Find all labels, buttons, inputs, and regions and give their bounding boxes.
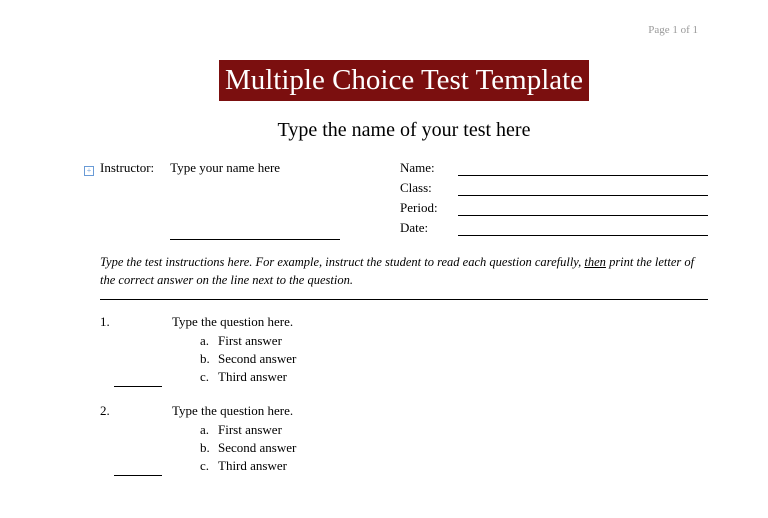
answers-list: a.First answer b.Second answer c.Third a… (172, 333, 296, 385)
answer-a[interactable]: a.First answer (200, 422, 296, 438)
answer-text: First answer (218, 422, 282, 437)
answer-b[interactable]: b.Second answer (200, 440, 296, 456)
answer-letter: b. (200, 351, 218, 367)
answer-blank[interactable] (114, 314, 162, 387)
table-anchor-icon[interactable]: + (84, 166, 94, 176)
answer-text: Second answer (218, 351, 296, 366)
question-text[interactable]: Type the question here. (172, 314, 296, 330)
document-title[interactable]: Multiple Choice Test Template (219, 60, 589, 101)
field-label: Name: (400, 160, 450, 176)
answer-a[interactable]: a.First answer (200, 333, 296, 349)
answer-text: Third answer (218, 458, 287, 473)
field-date: Date: (400, 220, 708, 236)
question-2[interactable]: 2. Type the question here. a.First answe… (100, 403, 708, 476)
answer-c[interactable]: c.Third answer (200, 369, 296, 385)
answer-blank[interactable] (114, 403, 162, 476)
field-label: Class: (400, 180, 450, 196)
answer-letter: a. (200, 422, 218, 438)
instructions-text[interactable]: Type the test instructions here. For exa… (100, 254, 708, 289)
answer-b[interactable]: b.Second answer (200, 351, 296, 367)
field-label: Date: (400, 220, 450, 236)
question-text[interactable]: Type the question here. (172, 403, 296, 419)
answer-text: Third answer (218, 369, 287, 384)
answer-c[interactable]: c.Third answer (200, 458, 296, 474)
page-number: Page 1 of 1 (648, 24, 698, 36)
instructions-pre: Type the test instructions here. For exa… (100, 255, 584, 269)
instructor-label: Instructor: (100, 160, 154, 240)
student-fields: Name: Class: Period: Date: (400, 160, 708, 240)
test-name-placeholder[interactable]: Type the name of your test here (100, 119, 708, 142)
field-label: Period: (400, 200, 450, 216)
field-class: Class: (400, 180, 708, 196)
question-number: 2. (100, 403, 114, 476)
date-input-line[interactable] (458, 220, 708, 236)
answer-text: First answer (218, 333, 282, 348)
period-input-line[interactable] (458, 200, 708, 216)
field-period: Period: (400, 200, 708, 216)
instructions-then: then (584, 255, 606, 269)
field-name: Name: (400, 160, 708, 176)
answer-letter: c. (200, 369, 218, 385)
question-number: 1. (100, 314, 114, 387)
question-1[interactable]: 1. Type the question here. a.First answe… (100, 314, 708, 387)
answer-text: Second answer (218, 440, 296, 455)
instructor-name-field[interactable]: Type your name here (170, 160, 340, 240)
answer-letter: c. (200, 458, 218, 474)
answer-letter: b. (200, 440, 218, 456)
section-divider (100, 299, 708, 300)
answers-list: a.First answer b.Second answer c.Third a… (172, 422, 296, 474)
answer-letter: a. (200, 333, 218, 349)
info-row: Instructor: Type your name here Name: Cl… (100, 160, 708, 240)
class-input-line[interactable] (458, 180, 708, 196)
name-input-line[interactable] (458, 160, 708, 176)
instructor-block: Instructor: Type your name here (100, 160, 380, 240)
